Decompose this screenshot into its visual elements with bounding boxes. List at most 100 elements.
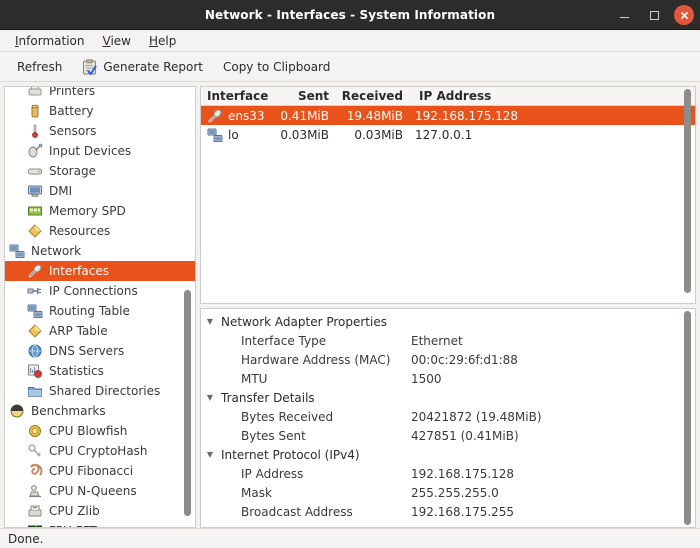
property-group-header[interactable]: ▼Transfer Details: [201, 388, 695, 407]
sidebar-item-dmi[interactable]: DMI: [5, 181, 195, 201]
property-row: Hardware Address (MAC) 00:0c:29:6f:d1:88: [201, 350, 695, 369]
chevron-down-icon[interactable]: ▼: [201, 450, 219, 459]
sidebar-item-interfaces[interactable]: Interfaces: [5, 261, 195, 281]
property-value: 255.255.255.0: [411, 486, 499, 500]
properties-scrollbar[interactable]: [684, 311, 693, 525]
chart-icon: [27, 363, 43, 379]
sidebar-item-statistics[interactable]: Statistics: [5, 361, 195, 381]
sidebar-item-routing-table[interactable]: Routing Table: [5, 301, 195, 321]
table-header-row: Interface Sent Received IP Address: [201, 87, 695, 106]
sidebar-item-cpu-blowfish[interactable]: CPU Blowfish: [5, 421, 195, 441]
property-group-header[interactable]: ▼Network Adapter Properties: [201, 312, 695, 331]
sidebar-item-network[interactable]: Network: [5, 241, 195, 261]
sidebar-item-input-devices[interactable]: Input Devices: [5, 141, 195, 161]
sidebar-item-storage[interactable]: Storage: [5, 161, 195, 181]
mouse-icon: [27, 143, 43, 159]
sidebar-item-label: CPU Blowfish: [49, 424, 127, 438]
sidebar-item-label: CPU Zlib: [49, 504, 100, 518]
close-icon[interactable]: [674, 5, 694, 25]
sidebar-item-label: Memory SPD: [49, 204, 126, 218]
cell-interface: ens33: [201, 108, 273, 124]
sidebar-item-battery[interactable]: Battery: [5, 101, 195, 121]
minimize-button[interactable]: [614, 5, 634, 25]
globe-icon: [27, 343, 43, 359]
sidebar-item-sensors[interactable]: Sensors: [5, 121, 195, 141]
property-row: Bytes Sent427851 (0.41MiB): [201, 426, 695, 445]
property-group-title: Internet Protocol (IPv4): [219, 448, 360, 462]
copy-to-clipboard-button[interactable]: Copy to Clipboard: [214, 57, 339, 77]
table-scrollbar[interactable]: [684, 89, 693, 301]
properties-scrollbar-thumb[interactable]: [684, 311, 691, 525]
sidebar-item-benchmarks[interactable]: Benchmarks: [5, 401, 195, 421]
generate-report-button[interactable]: Generate Report: [73, 56, 212, 78]
menu-help[interactable]: Help: [140, 32, 185, 50]
sidebar-item-printers[interactable]: Printers: [5, 86, 195, 101]
chevron-down-icon[interactable]: ▼: [201, 393, 219, 402]
property-row: IP Address192.168.175.128: [201, 464, 695, 483]
column-header-sent[interactable]: Sent: [273, 89, 335, 103]
sidebar-scrollbar-thumb[interactable]: [184, 290, 191, 517]
sidebar-item-shared-directories[interactable]: Shared Directories: [5, 381, 195, 401]
toolbar: Refresh Generate Report Copy to Clipboar…: [0, 52, 700, 82]
sidebar-item-dns-servers[interactable]: DNS Servers: [5, 341, 195, 361]
property-name: MTU: [201, 372, 267, 386]
sidebar-item-arp-table[interactable]: ARP Table: [5, 321, 195, 341]
cell-interface: lo: [201, 127, 273, 143]
property-value: 192.168.175.255: [411, 505, 514, 519]
harddisk-icon: [27, 163, 43, 179]
property-value: 20421872 (19.48MiB): [411, 410, 542, 424]
table-body: ens330.41MiB19.48MiB192.168.175.128lo0.0…: [201, 106, 695, 144]
sidebar-list: Printers Battery Sensors Input Devices Stora…: [5, 86, 195, 528]
property-name: Mask: [201, 486, 272, 500]
diamond-icon: [27, 223, 43, 239]
cell-received: 19.48MiB: [335, 109, 409, 123]
table-row[interactable]: ens330.41MiB19.48MiB192.168.175.128: [201, 106, 695, 125]
title-bar: Network - Interfaces - System Informatio…: [0, 0, 700, 30]
property-name: Hardware Address (MAC): [201, 353, 390, 367]
coin-icon: [27, 423, 43, 439]
sidebar-item-label: Network: [31, 244, 81, 258]
properties-pane: ▼Network Adapter PropertiesInterface Typ…: [200, 308, 696, 528]
menu-information[interactable]: Information: [6, 32, 93, 50]
window-controls: [614, 0, 694, 30]
column-header-ip-address[interactable]: IP Address: [409, 89, 695, 103]
sidebar-item-fpu-fft[interactable]: FPU FFT: [5, 521, 195, 528]
sidebar-item-label: IP Connections: [49, 284, 138, 298]
sidebar-item-memory-spd[interactable]: Memory SPD: [5, 201, 195, 221]
sidebar-item-label: Input Devices: [49, 144, 131, 158]
thermometer-icon: [27, 123, 43, 139]
sidebar-item-label: Storage: [49, 164, 96, 178]
sidebar-scrollbar[interactable]: [184, 89, 193, 525]
property-name: Interface Type: [201, 334, 326, 348]
column-header-received[interactable]: Received: [335, 89, 409, 103]
sidebar-item-ip-connections[interactable]: IP Connections: [5, 281, 195, 301]
sidebar-item-cpu-fibonacci[interactable]: CPU Fibonacci: [5, 461, 195, 481]
sidebar-item-label: Interfaces: [49, 264, 109, 278]
cell-sent: 0.41MiB: [273, 109, 335, 123]
property-value: 00:0c:29:6f:d1:88: [411, 353, 518, 367]
cell-sent: 0.03MiB: [273, 128, 335, 142]
cell-interface-label: ens33: [228, 109, 265, 123]
column-header-interface[interactable]: Interface: [201, 89, 273, 103]
sidebar-item-cpu-zlib[interactable]: CPU Zlib: [5, 501, 195, 521]
property-value: 192.168.175.128: [411, 467, 514, 481]
sidebar-item-cpu-n-queens[interactable]: CPU N-Queens: [5, 481, 195, 501]
status-text: Done.: [8, 532, 43, 546]
window-title: Network - Interfaces - System Informatio…: [205, 8, 495, 22]
table-row[interactable]: lo0.03MiB0.03MiB127.0.0.1: [201, 125, 695, 144]
sidebar-item-label: FPU FFT: [49, 524, 97, 528]
menu-view[interactable]: View: [93, 32, 139, 50]
property-row: Interface TypeEthernet: [201, 331, 695, 350]
sidebar-item-resources[interactable]: Resources: [5, 221, 195, 241]
sidebar-item-label: Battery: [49, 104, 93, 118]
sidebar-item-label: DNS Servers: [49, 344, 124, 358]
refresh-button[interactable]: Refresh: [8, 57, 71, 77]
chevron-down-icon[interactable]: ▼: [201, 317, 219, 326]
sidebar-item-label: Resources: [49, 224, 110, 238]
maximize-button[interactable]: [644, 5, 664, 25]
table-scrollbar-thumb[interactable]: [684, 89, 691, 293]
property-group-header[interactable]: ▼Internet Protocol (IPv4): [201, 445, 695, 464]
sidebar-item-cpu-cryptohash[interactable]: CPU CryptoHash: [5, 441, 195, 461]
memory-chip-icon: [27, 203, 43, 219]
property-row: Mask 255.255.255.0: [201, 483, 695, 502]
